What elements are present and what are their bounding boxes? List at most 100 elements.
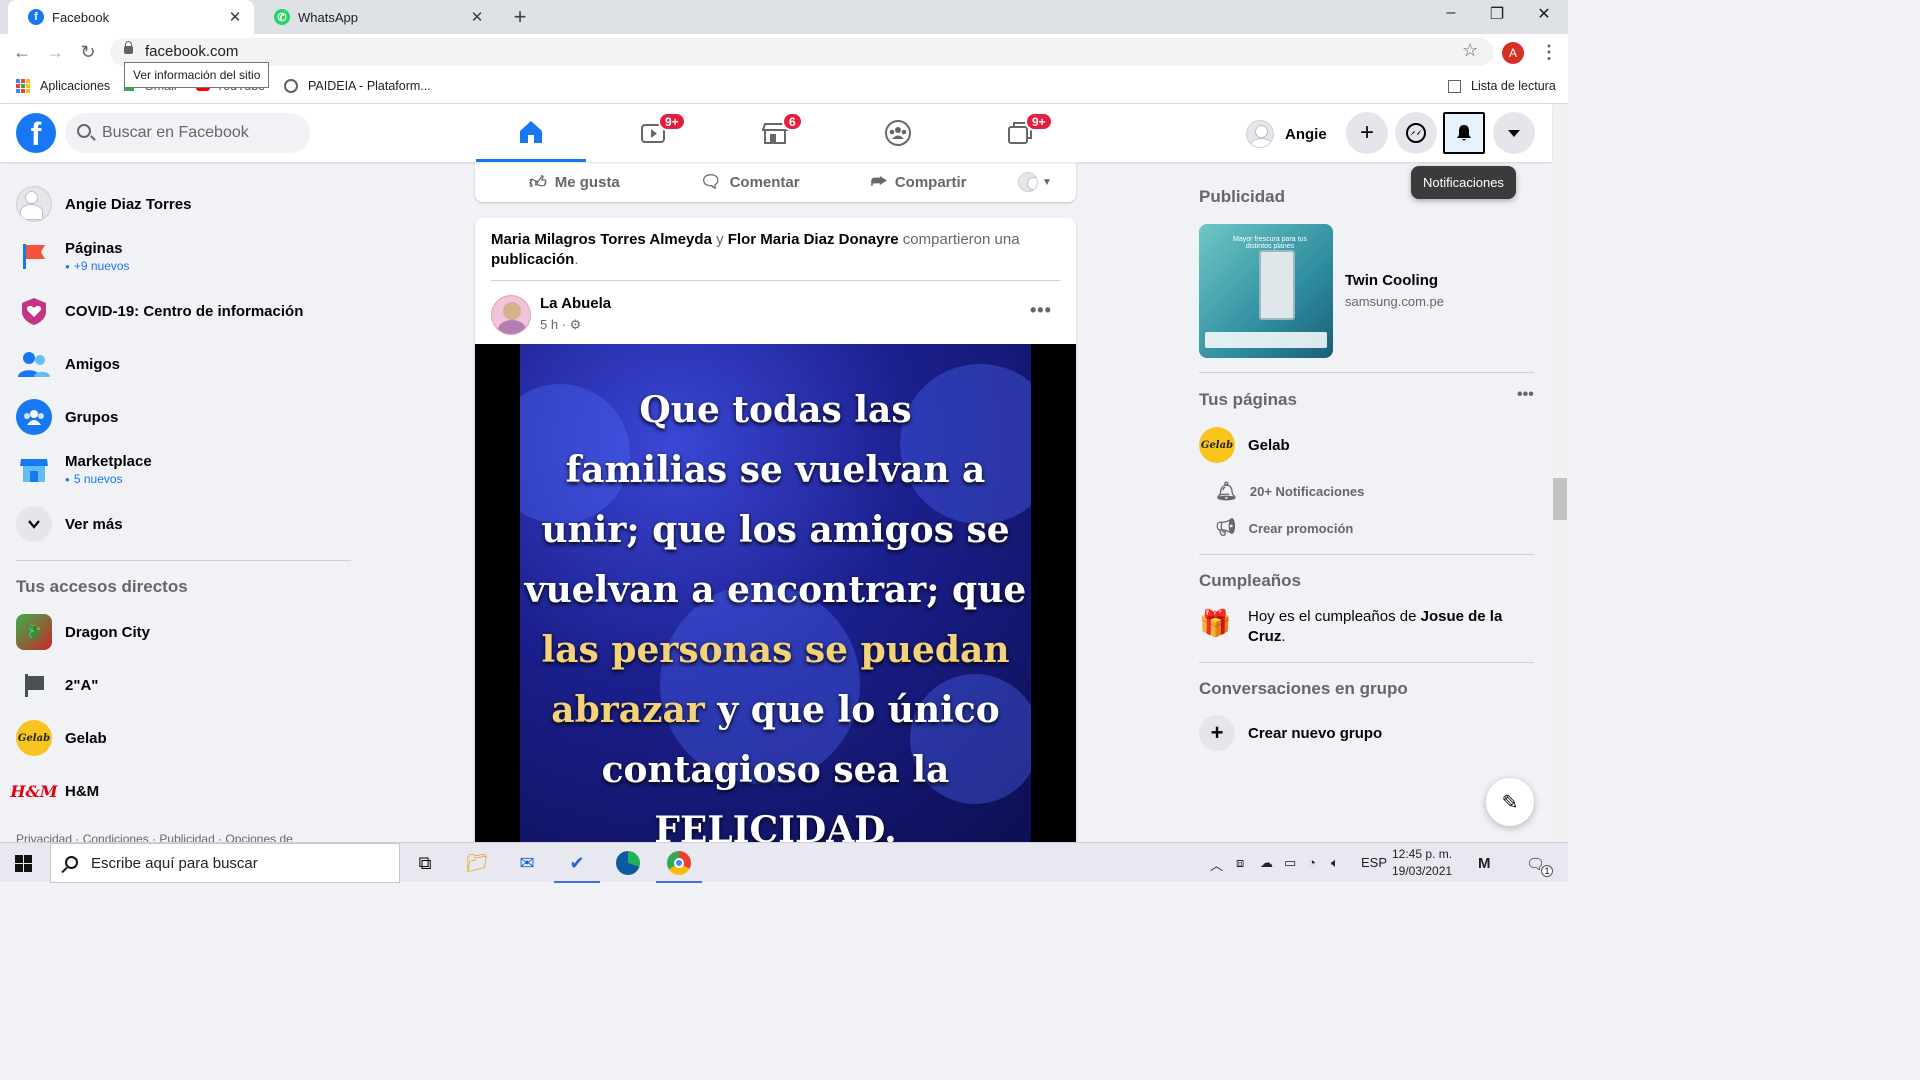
page-notifications-link[interactable]: 🔔︎ 20+ Notificaciones — [1215, 481, 1364, 502]
scrollbar-thumb[interactable] — [1553, 478, 1567, 520]
shortcut-hm[interactable]: H&M H&M — [10, 773, 99, 809]
chrome-browser-icon[interactable] — [656, 849, 702, 883]
close-window-icon[interactable]: ✕ — [1529, 4, 1559, 24]
facebook-logo-icon[interactable]: f — [16, 113, 56, 153]
todo-icon[interactable]: ✔ — [554, 849, 600, 883]
post-options-button[interactable]: ••• — [1030, 300, 1052, 321]
ad-image[interactable]: Mayor frescura para tus distintos planes — [1199, 224, 1333, 358]
task-view-icon[interactable]: ⧉ — [410, 849, 440, 877]
edge-browser-icon[interactable] — [613, 849, 643, 877]
flag-icon — [16, 238, 52, 274]
nav-gaming[interactable]: 9+ — [965, 104, 1075, 162]
account-menu-button[interactable] — [1493, 112, 1535, 154]
nav-marketplace[interactable]: 6 — [720, 104, 830, 162]
onedrive-cloud-icon[interactable]: ☁ — [1260, 855, 1273, 871]
nav-home[interactable] — [476, 104, 586, 162]
taskbar-clock[interactable]: 12:45 p. m. 19/03/2021 — [1392, 846, 1452, 880]
user-profile-chip[interactable]: Angie — [1246, 116, 1339, 152]
nav-watch[interactable]: 9+ — [598, 104, 708, 162]
publication-link[interactable]: publicación — [491, 251, 574, 268]
sharer-link[interactable]: Flor Maria Diaz Donayre — [728, 231, 899, 248]
battery-icon[interactable]: ▭ — [1284, 855, 1296, 871]
quote-text: Que todas las familias se vuelvan a unir… — [520, 380, 1031, 842]
sidebar-item-covid[interactable]: COVID-19: Centro de información — [16, 293, 303, 329]
forward-icon[interactable]: → — [44, 42, 66, 63]
quote-image: Que todas las familias se vuelvan a unir… — [520, 344, 1031, 842]
new-tab-button[interactable]: + — [509, 4, 531, 30]
volume-icon[interactable]: 🔈︎ — [1331, 855, 1339, 871]
create-button[interactable]: + — [1346, 112, 1388, 154]
sidebar-item-profile[interactable]: Angie Diaz Torres — [16, 186, 191, 222]
bookmark-paideia[interactable]: PAIDEIA - Plataform... — [284, 79, 431, 93]
page-avatar[interactable] — [491, 295, 531, 335]
your-pages-heading: Tus páginas — [1199, 390, 1297, 409]
bookmark-apps[interactable]: Aplicaciones — [16, 79, 110, 93]
bookmark-star-icon[interactable]: ☆ — [1462, 40, 1478, 61]
address-bar[interactable]: facebook.com — [110, 38, 1494, 66]
sidebar-item-friends[interactable]: Amigos — [16, 346, 120, 382]
tray-device-icon[interactable]: ⧈ — [1236, 855, 1244, 871]
messenger-button[interactable] — [1395, 112, 1437, 154]
whatsapp-favicon-icon: ✆ — [274, 9, 290, 25]
nav-groups[interactable] — [843, 104, 953, 162]
minimize-icon[interactable]: – — [1436, 4, 1466, 22]
windows-start-icon[interactable] — [15, 855, 32, 872]
new-message-button[interactable]: ✎ — [1486, 778, 1534, 826]
birthday-text: Hoy es el cumpleaños de Josue de la Cruz… — [1248, 607, 1533, 647]
ad-title[interactable]: Twin Cooling — [1345, 272, 1438, 289]
sidebar-item-groups[interactable]: Grupos — [16, 399, 118, 435]
wifi-icon[interactable]: ◔ — [1308, 855, 1316, 870]
lock-icon[interactable] — [124, 41, 133, 54]
page-gelab[interactable]: Gelab Gelab — [1199, 427, 1290, 463]
sidebar-item-pages[interactable]: Páginas +9 nuevos — [16, 238, 130, 274]
profile-avatar[interactable]: A — [1502, 42, 1524, 64]
close-tab-icon[interactable]: ✕ — [468, 8, 486, 26]
reading-list[interactable]: Lista de lectura — [1448, 79, 1556, 93]
tab-whatsapp[interactable]: ✆ WhatsApp ✕ — [254, 0, 496, 34]
bell-icon — [1457, 125, 1471, 141]
tray-chevron-up-icon[interactable]: ︿ — [1210, 855, 1223, 874]
restore-icon[interactable]: ❐ — [1482, 4, 1512, 24]
tab-facebook[interactable]: f Facebook ✕ — [8, 0, 254, 34]
reaction-audience-selector[interactable]: ▼ — [1018, 172, 1052, 192]
post-image[interactable]: Que todas las familias se vuelvan a unir… — [475, 344, 1076, 842]
sharer-link[interactable]: Maria Milagros Torres Almeyda — [491, 231, 712, 248]
file-explorer-icon[interactable]: 📁︎ — [462, 849, 492, 877]
like-button[interactable]: 👍︎ Me gusta — [529, 172, 620, 193]
shortcut-dragon-city[interactable]: 🐉 Dragon City — [16, 614, 150, 650]
pages-more-icon[interactable]: ••• — [1517, 386, 1534, 404]
language-indicator[interactable]: ESP — [1361, 855, 1387, 870]
share-button[interactable]: ⮫ Compartir — [871, 172, 967, 192]
divider — [16, 560, 351, 561]
create-group-button[interactable]: + Crear nuevo grupo — [1199, 715, 1382, 751]
sidebar-item-marketplace[interactable]: Marketplace 5 nuevos — [16, 451, 152, 487]
divider — [1199, 662, 1534, 663]
notifications-button[interactable] — [1443, 112, 1485, 154]
browser-menu-icon[interactable]: ⋮ — [1540, 42, 1558, 63]
conj-text: y — [711, 231, 728, 248]
sidebar-item-label: Gelab — [65, 729, 107, 747]
back-icon[interactable]: ← — [11, 42, 33, 63]
create-promotion-link[interactable]: 📢︎ Crear promoción — [1215, 518, 1353, 538]
post-page-name[interactable]: La Abuela — [540, 295, 611, 312]
page-scrollbar[interactable] — [1552, 104, 1568, 842]
see-more-button[interactable]: Ver más — [16, 506, 123, 542]
taskbar-search-input[interactable]: Escribe aquí para buscar — [50, 843, 400, 883]
footer-links[interactable]: Privacidad · Condiciones · Publicidad · … — [16, 832, 293, 842]
user-name: Angie — [1285, 125, 1327, 143]
shortcut-gelab[interactable]: Gelab Gelab — [16, 720, 107, 756]
comment-button[interactable]: 🗨︎ Comentar — [700, 172, 800, 192]
reload-icon[interactable]: ↻ — [77, 42, 99, 63]
close-tab-icon[interactable]: ✕ — [226, 8, 244, 26]
sidebar-item-label: Marketplace — [65, 452, 152, 470]
quote-line: contagioso sea la — [601, 749, 950, 791]
meet-now-icon[interactable]: M — [1478, 855, 1491, 872]
comment-icon: 🗨︎ — [700, 172, 722, 191]
search-input[interactable]: Buscar en Facebook — [65, 113, 310, 153]
shortcut-2a[interactable]: 2"A" — [16, 667, 98, 703]
mail-icon[interactable]: ✉ — [512, 849, 542, 877]
globe-icon — [284, 79, 298, 93]
ad-feature-strip — [1205, 332, 1327, 348]
post-timestamp[interactable]: 5 h · ⚙ — [540, 317, 581, 333]
notifications-tooltip: Notificaciones — [1411, 166, 1516, 199]
